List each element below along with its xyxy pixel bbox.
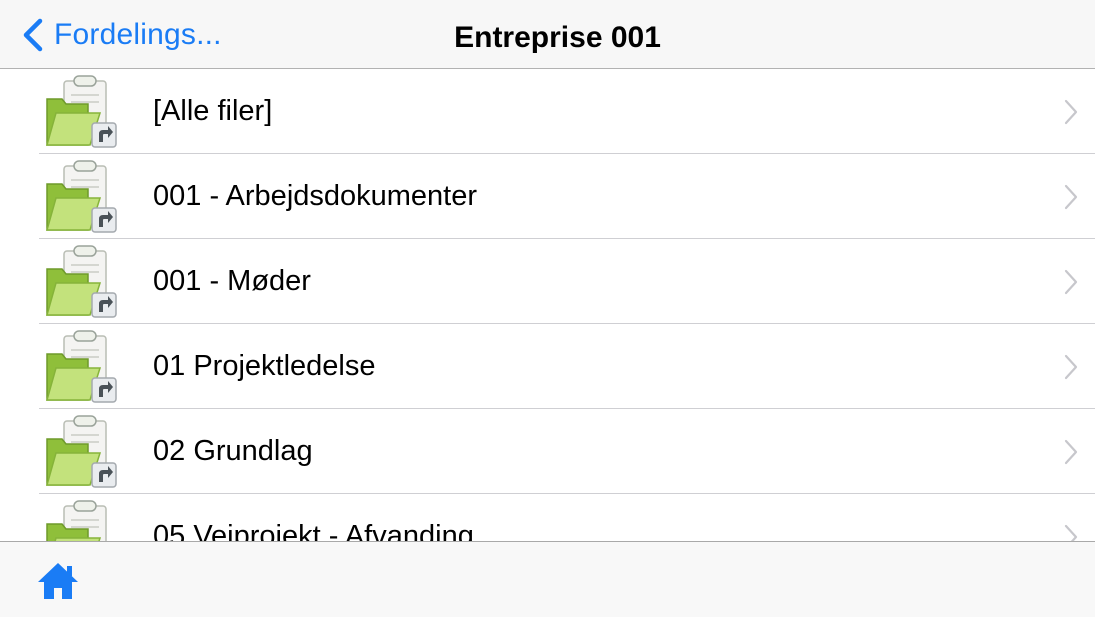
chevron-right-icon: [1064, 99, 1078, 125]
shared-folder-icon: [44, 415, 120, 489]
back-button-label: Fordelings...: [54, 17, 222, 51]
chevron-right-icon: [1064, 269, 1078, 295]
chevron-right-icon: [1064, 184, 1078, 210]
list-item[interactable]: 001 - Arbejdsdokumenter: [0, 154, 1095, 239]
list-item-label: 001 - Arbejdsdokumenter: [153, 180, 478, 212]
list-item-label: [Alle filer]: [153, 95, 273, 127]
list-item-label: 02 Grundlag: [153, 435, 313, 467]
shared-folder-icon: [44, 245, 120, 319]
list-item[interactable]: 01 Projektledelse: [0, 324, 1095, 409]
navigation-bar: Fordelings... Entreprise 001: [0, 0, 1095, 69]
shared-folder-icon: [44, 330, 120, 404]
screen: Fordelings... Entreprise 001 [Alle filer…: [0, 0, 1095, 617]
bottom-toolbar: [0, 541, 1095, 617]
list-item[interactable]: 05 Vejprojekt - Afvanding: [0, 494, 1095, 541]
list-item-label: 01 Projektledelse: [153, 350, 376, 382]
list-item[interactable]: 02 Grundlag: [0, 409, 1095, 494]
chevron-left-icon: [23, 18, 43, 51]
home-icon[interactable]: [36, 559, 80, 603]
back-button[interactable]: Fordelings...: [22, 0, 222, 69]
chevron-right-icon: [1064, 354, 1078, 380]
list-item-label: 05 Vejprojekt - Afvanding: [153, 520, 474, 541]
chevron-right-icon: [1064, 439, 1078, 465]
list-item-label: 001 - Møder: [153, 265, 311, 297]
chevron-right-icon: [1064, 524, 1078, 541]
list-item[interactable]: 001 - Møder: [0, 239, 1095, 324]
folder-list: [Alle filer] 001 - Arbejdsdokumenter 001…: [0, 69, 1095, 541]
shared-folder-icon: [44, 160, 120, 234]
shared-folder-icon: [44, 500, 120, 541]
list-item[interactable]: [Alle filer]: [0, 69, 1095, 154]
shared-folder-icon: [44, 75, 120, 149]
